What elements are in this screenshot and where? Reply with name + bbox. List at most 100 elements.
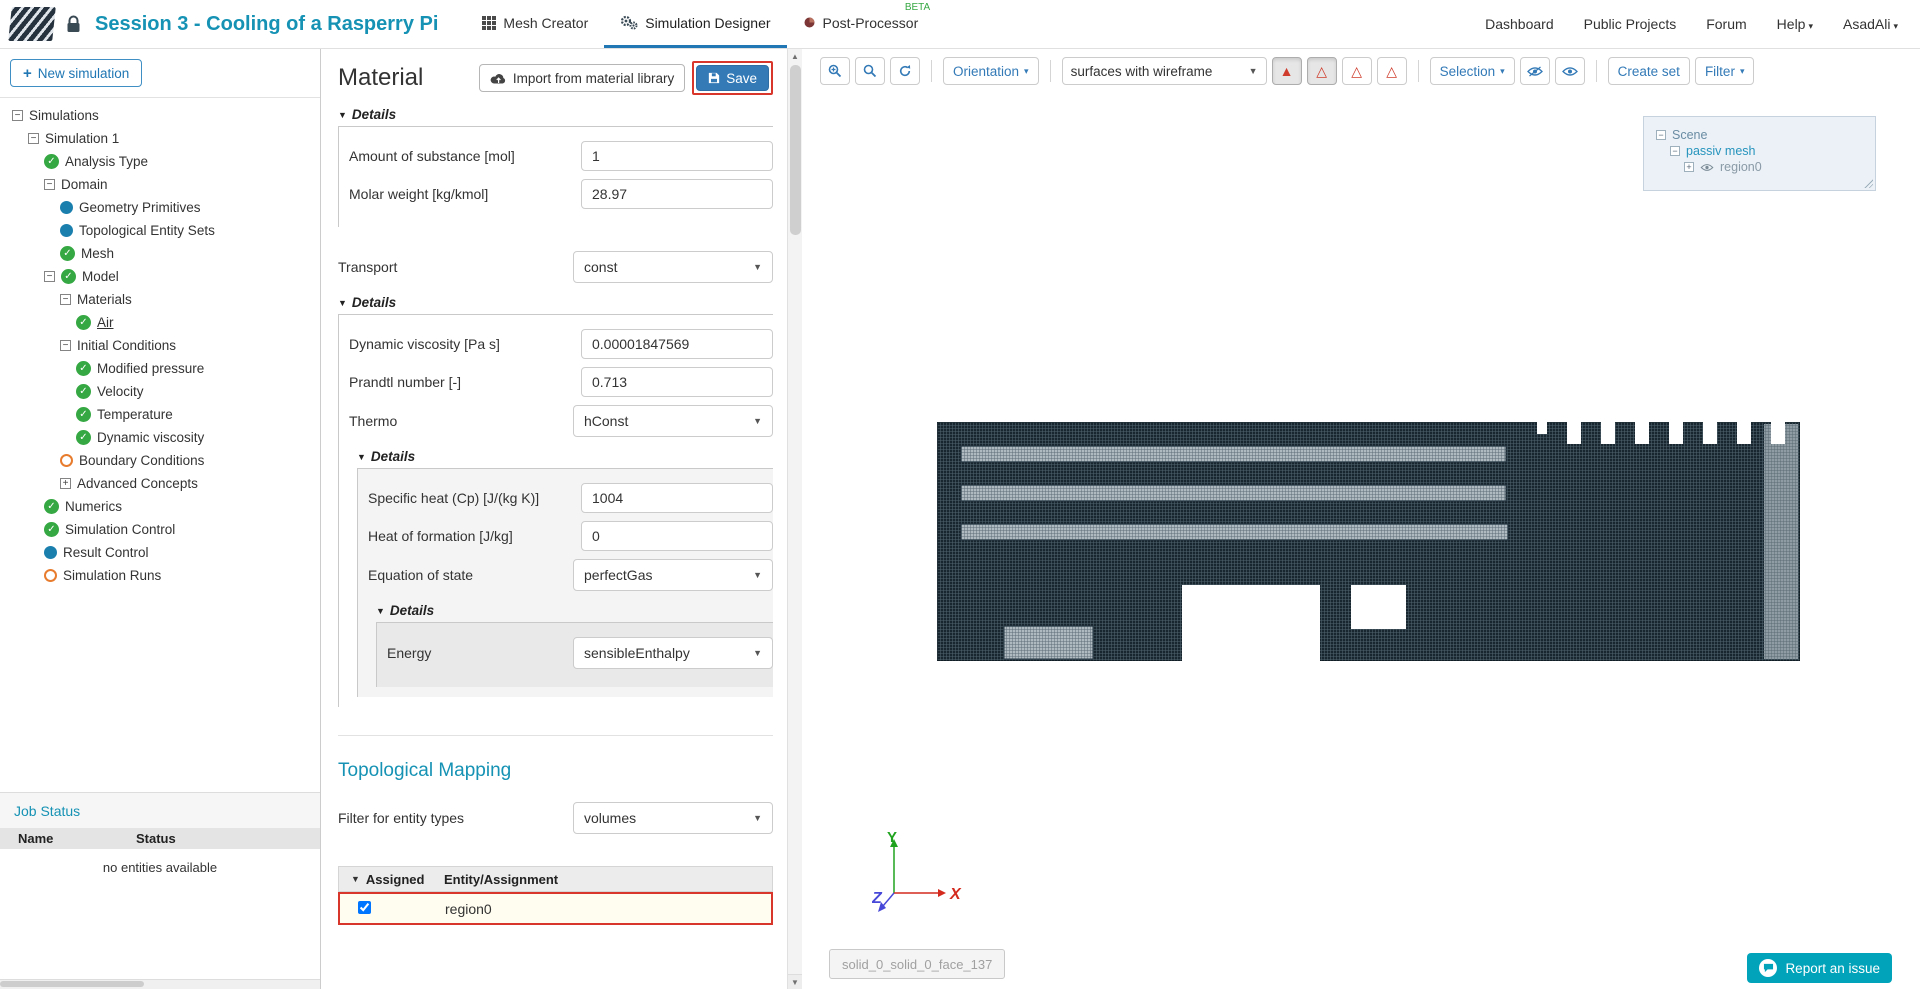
user-menu[interactable]: AsadAli ▾: [1843, 16, 1898, 32]
tree-item-analysis-type[interactable]: ✓ Analysis Type: [0, 150, 320, 173]
select-arrow-icon: ▼: [753, 813, 762, 823]
caret-down-icon[interactable]: ▼: [357, 452, 366, 462]
collapse-icon[interactable]: −: [1670, 146, 1680, 156]
column-entity-assignment[interactable]: Entity/Assignment: [444, 872, 558, 887]
tree-item-domain[interactable]: − Domain: [0, 173, 320, 196]
transport-select[interactable]: const ▼: [573, 251, 773, 283]
tree-item-simulation-1[interactable]: − Simulation 1: [0, 127, 320, 150]
sort-desc-icon[interactable]: ▼: [351, 874, 360, 884]
expand-icon[interactable]: +: [1684, 162, 1694, 172]
caret-down-icon[interactable]: ▼: [376, 606, 385, 616]
render-mode-select[interactable]: surfaces with wireframe ▼: [1061, 57, 1267, 85]
column-assigned[interactable]: Assigned: [366, 872, 425, 887]
collapse-icon[interactable]: −: [28, 133, 39, 144]
tree-item-simulation-control[interactable]: ✓ Simulation Control: [0, 518, 320, 541]
resize-handle[interactable]: [1863, 178, 1873, 188]
caret-down-icon: ▾: [1739, 65, 1745, 76]
collapse-icon[interactable]: −: [12, 110, 23, 121]
collapse-icon[interactable]: −: [60, 340, 71, 351]
mesh-3d-object[interactable]: [936, 421, 1801, 666]
public-projects-link[interactable]: Public Projects: [1584, 16, 1677, 32]
axis-x-label: X: [949, 886, 962, 903]
axis-y-label: Y: [887, 829, 897, 846]
tree-item-simulations[interactable]: − Simulations: [0, 104, 320, 127]
heat-of-formation-input[interactable]: [581, 521, 773, 551]
chat-bubble-icon: [1759, 959, 1778, 977]
mesh-node[interactable]: − passiv mesh: [1670, 144, 1869, 158]
prandtl-number-input[interactable]: [581, 367, 773, 397]
scroll-down-button[interactable]: ▼: [788, 974, 802, 989]
collapse-icon[interactable]: −: [1656, 130, 1666, 140]
zoom-in-icon: [828, 64, 842, 78]
tree-item-initial-conditions[interactable]: − Initial Conditions: [0, 334, 320, 357]
scrollbar-thumb[interactable]: [790, 65, 801, 235]
viewport-3d[interactable]: Orientation ▾ surfaces with wireframe ▼ …: [802, 49, 1920, 989]
hide-selection-button[interactable]: [1519, 57, 1550, 85]
specific-heat-input[interactable]: [581, 483, 773, 513]
orientation-dropdown[interactable]: Orientation ▾: [943, 57, 1039, 85]
selection-dropdown[interactable]: Selection ▾: [1429, 57, 1515, 85]
tree-item-topological-entity-sets[interactable]: Topological Entity Sets: [0, 219, 320, 242]
tab-mesh-creator[interactable]: Mesh Creator: [466, 0, 604, 48]
tab-simulation-designer[interactable]: Simulation Designer: [604, 0, 787, 48]
thermo-select[interactable]: hConst ▼: [573, 405, 773, 437]
table-row[interactable]: region0: [338, 892, 773, 925]
new-simulation-button[interactable]: + New simulation: [10, 59, 143, 87]
material-panel-scrollbar[interactable]: ▲ ▼: [787, 49, 802, 989]
tree-item-mesh[interactable]: ✓ Mesh: [0, 242, 320, 265]
caret-down-icon[interactable]: ▼: [338, 298, 347, 308]
entity-filter-select[interactable]: volumes ▼: [573, 802, 773, 834]
tree-item-air[interactable]: ✓ Air: [0, 311, 320, 334]
sidebar-horizontal-scrollbar[interactable]: [0, 979, 320, 989]
help-menu[interactable]: Help ▾: [1777, 16, 1813, 32]
show-all-button[interactable]: [1554, 57, 1585, 85]
collapse-icon[interactable]: −: [44, 271, 55, 282]
dashboard-link[interactable]: Dashboard: [1485, 16, 1554, 32]
mesh-toggle-button-1[interactable]: ▲: [1271, 57, 1302, 85]
region-node[interactable]: + region0: [1684, 160, 1869, 174]
collapse-icon[interactable]: −: [44, 179, 55, 190]
tab-post-processor[interactable]: Post-Processor BETA: [787, 0, 935, 48]
zoom-window-button[interactable]: [855, 57, 885, 85]
equation-of-state-select[interactable]: perfectGas ▼: [573, 559, 773, 591]
mesh-toggle-button-3[interactable]: △: [1341, 57, 1372, 85]
tree-item-result-control[interactable]: Result Control: [0, 541, 320, 564]
eye-icon[interactable]: [1700, 163, 1714, 172]
energy-select[interactable]: sensibleEnthalpy ▼: [573, 637, 773, 669]
pending-circle-icon: [44, 569, 57, 582]
forum-link[interactable]: Forum: [1706, 16, 1746, 32]
scene-tree-overlay[interactable]: − Scene − passiv mesh + region0: [1643, 116, 1876, 191]
collapse-icon[interactable]: −: [60, 294, 71, 305]
dynamic-viscosity-input[interactable]: [581, 329, 773, 359]
save-button[interactable]: Save: [696, 65, 769, 91]
filter-dropdown[interactable]: Filter ▾: [1694, 57, 1755, 85]
tree-item-velocity[interactable]: ✓ Velocity: [0, 380, 320, 403]
mesh-toggle-button-2[interactable]: △: [1306, 57, 1337, 85]
zoom-in-button[interactable]: [820, 57, 850, 85]
reset-view-button[interactable]: [890, 57, 920, 85]
caret-down-icon[interactable]: ▼: [338, 110, 347, 120]
import-material-button[interactable]: Import from material library: [478, 64, 686, 92]
tree-item-numerics[interactable]: ✓ Numerics: [0, 495, 320, 518]
expand-icon[interactable]: +: [60, 478, 71, 489]
tree-item-geometry-primitives[interactable]: Geometry Primitives: [0, 196, 320, 219]
tree-item-model[interactable]: − ✓ Model: [0, 265, 320, 288]
tree-item-boundary-conditions[interactable]: Boundary Conditions: [0, 449, 320, 472]
tree-item-materials[interactable]: − Materials: [0, 288, 320, 311]
molar-weight-input[interactable]: [581, 179, 773, 209]
create-set-button[interactable]: Create set: [1607, 57, 1690, 85]
amount-of-substance-input[interactable]: [581, 141, 773, 171]
report-issue-button[interactable]: Report an issue: [1747, 953, 1892, 983]
mesh-toggle-button-4[interactable]: △: [1376, 57, 1407, 85]
tree-item-advanced-concepts[interactable]: + Advanced Concepts: [0, 472, 320, 495]
scrollbar-thumb[interactable]: [0, 981, 144, 987]
app-logo[interactable]: [8, 7, 56, 41]
tree-item-temperature[interactable]: ✓ Temperature: [0, 403, 320, 426]
assigned-checkbox[interactable]: [358, 901, 371, 914]
tree-item-dynamic-viscosity[interactable]: ✓ Dynamic viscosity: [0, 426, 320, 449]
scroll-up-button[interactable]: ▲: [788, 49, 802, 64]
tree-item-modified-pressure[interactable]: ✓ Modified pressure: [0, 357, 320, 380]
topological-mapping-title: Topological Mapping: [338, 760, 512, 781]
tree-item-simulation-runs[interactable]: Simulation Runs: [0, 564, 320, 587]
scene-node[interactable]: − Scene: [1656, 128, 1869, 142]
